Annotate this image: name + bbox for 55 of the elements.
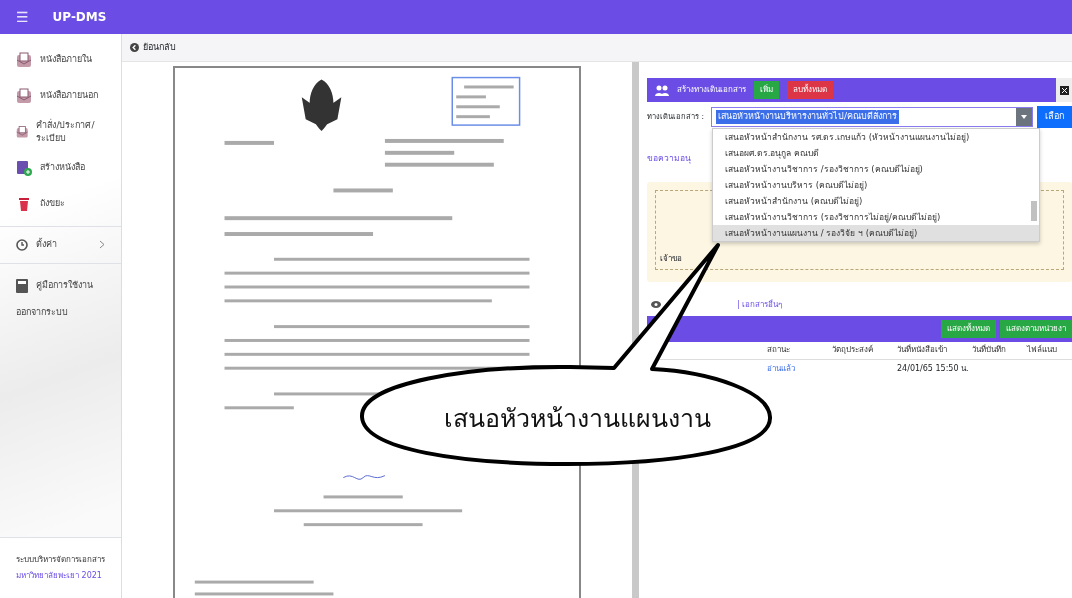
column-header: วัตถุประสงค์ xyxy=(832,344,874,356)
mail-icon xyxy=(16,52,32,68)
footer-text: ระบบบริหารจัดการเอกสาร xyxy=(16,554,105,566)
status-link[interactable]: อ่านแล้ว xyxy=(767,362,832,375)
scrollbar-thumb[interactable] xyxy=(1031,201,1037,221)
dropdown-option[interactable]: เสนอหัวหน้างานวิชาการ (รองวิชาการไม่อยู่/คณบดีไม่อยู่) xyxy=(713,209,1039,225)
settings-menu-item[interactable]: ตั้งค่า xyxy=(36,238,91,252)
app-brand: UP-DMS xyxy=(52,9,107,26)
trash-icon xyxy=(16,196,32,212)
dropdown-option[interactable]: เสนอหัวหน้างานบริหาร (คณบดีไม่อยู่) xyxy=(713,177,1039,193)
sidebar-item[interactable]: คำสั่ง/ประกาศ/ระเบียบ xyxy=(0,114,121,150)
sidebar-item[interactable]: ถังขยะ xyxy=(0,186,121,222)
callout-text: เสนอหัวหน้างานแผนงาน xyxy=(444,403,711,435)
back-link[interactable]: ย้อนกลับ xyxy=(143,40,176,55)
sidebar-item-label: ถังขยะ xyxy=(40,197,65,211)
caret-icon xyxy=(1021,115,1027,119)
document-add-icon xyxy=(16,160,32,176)
selected-value: เสนอหัวหน้างานบริหารงานทั่วไป/คณบดีสั่งการ xyxy=(716,110,900,124)
sidebar-item[interactable]: หนังสือภายนอก xyxy=(0,78,121,114)
sidebar-item-label: คำสั่ง/ประกาศ/ระเบียบ xyxy=(36,118,96,145)
book-icon xyxy=(16,279,28,293)
dropdown-option[interactable]: เสนอหัวหน้างานวิชาการ /รองวิชาการ (คณบดีไม่อยู่) xyxy=(713,161,1039,177)
delete-all-button[interactable]: ลบทั้งหมด xyxy=(787,81,833,99)
sidebar-item[interactable]: หนังสือภายใน xyxy=(0,42,121,78)
table-cell-text: 24/01/65 15:50 น. xyxy=(897,362,970,375)
column-header: วันที่หนังสือเข้า xyxy=(897,344,948,356)
column-header: วันที่บันทึก xyxy=(972,344,1007,356)
owner-label: เจ้าขอ xyxy=(660,252,682,265)
sidebar-item-label: สร้างหนังสือ xyxy=(40,161,85,175)
menu-icon[interactable]: ☰ xyxy=(16,6,29,28)
mail-icon xyxy=(16,124,29,140)
mail-icon xyxy=(16,88,32,104)
clock-icon xyxy=(16,239,28,251)
sidebar-item-label: หนังสือภายใน xyxy=(40,53,92,67)
section-heading: ขอความอนุ xyxy=(647,153,691,163)
back-icon[interactable] xyxy=(130,43,139,52)
choose-button[interactable]: เลือก xyxy=(1037,106,1072,128)
footer-link[interactable]: มหาวิทยาลัยพะเยา 2021 xyxy=(16,570,105,582)
column-header: ไฟล์แนบ xyxy=(1027,344,1058,356)
dropdown-option[interactable]: เสนอหัวหน้าสำนักงาน รศ.ดร.เกษแก้ว (หัวหน้างานแผนงานไม่อยู่) xyxy=(713,129,1039,145)
close-icon xyxy=(1059,85,1069,95)
manual-link[interactable]: คู่มือการใช้งาน xyxy=(36,279,93,293)
panel-title: สร้างทางเดินเอกสาร xyxy=(677,84,746,96)
dropdown-option[interactable]: เสนอหัวหน้าสำนักงาน (คณบดีไม่อยู่) xyxy=(713,193,1039,209)
column-header: สถานะ xyxy=(767,344,791,356)
documents-link[interactable]: | เอกสารอื่นๆ xyxy=(737,298,783,311)
sidebar-item-label: หนังสือภายนอก xyxy=(40,89,98,103)
dropdown-option[interactable]: เสนอหัวหน้างานแผนงาน / รองวิจัย ฯ (คณบดีไม่อยู่) xyxy=(713,225,1039,241)
route-select[interactable]: เสนอหัวหน้างานบริหารงานทั่วไป/คณบดีสั่งการ xyxy=(711,107,1033,127)
close-button[interactable] xyxy=(1056,78,1072,102)
logout-link[interactable]: ออกจากระบบ xyxy=(16,307,68,317)
sidebar-item[interactable]: สร้างหนังสือ xyxy=(0,150,121,186)
eye-icon xyxy=(651,301,661,308)
people-icon xyxy=(655,84,669,96)
dropdown-option[interactable]: เสนอผศ.ดร.อนุกูล คณบดี xyxy=(713,145,1039,161)
